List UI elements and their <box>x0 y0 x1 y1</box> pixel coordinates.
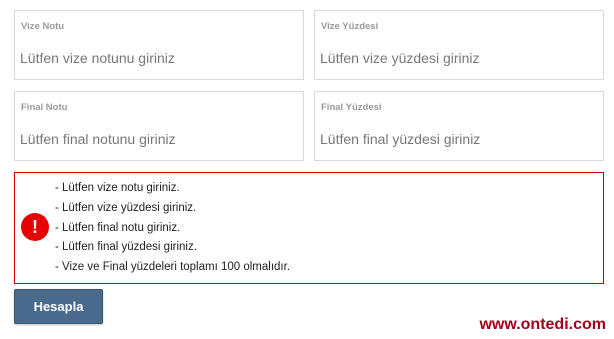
error-message: - Lütfen vize yüzdesi giriniz. <box>55 201 197 214</box>
calculate-button[interactable]: Hesapla <box>14 289 103 324</box>
vize-notu-input[interactable] <box>20 47 294 69</box>
final-notu-input[interactable] <box>20 128 294 150</box>
exclamation-icon: ! <box>21 213 49 241</box>
vize-yuzdesi-field: Vize Yüzdesi <box>314 10 604 80</box>
final-notu-field: Final Notu <box>14 91 304 161</box>
error-message: - Lütfen final yüzdesi giriniz. <box>55 241 197 254</box>
error-list: - Lütfen vize notu giriniz. - Lütfen viz… <box>55 179 290 278</box>
vize-notu-label: Vize Notu <box>21 21 65 32</box>
final-yuzdesi-label: Final Yüzdesi <box>321 102 382 113</box>
grade-calculator-form: Vize Notu Vize Yüzdesi Final Notu Final … <box>0 0 614 339</box>
final-yuzdesi-field: Final Yüzdesi <box>314 91 604 161</box>
site-watermark: www.ontedi.com <box>479 316 606 333</box>
error-message: - Vize ve Final yüzdeleri toplamı 100 ol… <box>55 261 291 274</box>
vize-yuzdesi-label: Vize Yüzdesi <box>321 21 379 32</box>
final-yuzdesi-input[interactable] <box>320 128 594 150</box>
validation-error-box: ! - Lütfen vize notu giriniz. - Lütfen v… <box>14 172 604 284</box>
vize-yuzdesi-input[interactable] <box>320 47 594 69</box>
final-notu-label: Final Notu <box>21 102 68 113</box>
error-message: - Lütfen final notu giriniz. <box>55 221 181 234</box>
error-message: - Lütfen vize notu giriniz. <box>55 182 180 194</box>
vize-notu-field: Vize Notu <box>14 10 304 80</box>
